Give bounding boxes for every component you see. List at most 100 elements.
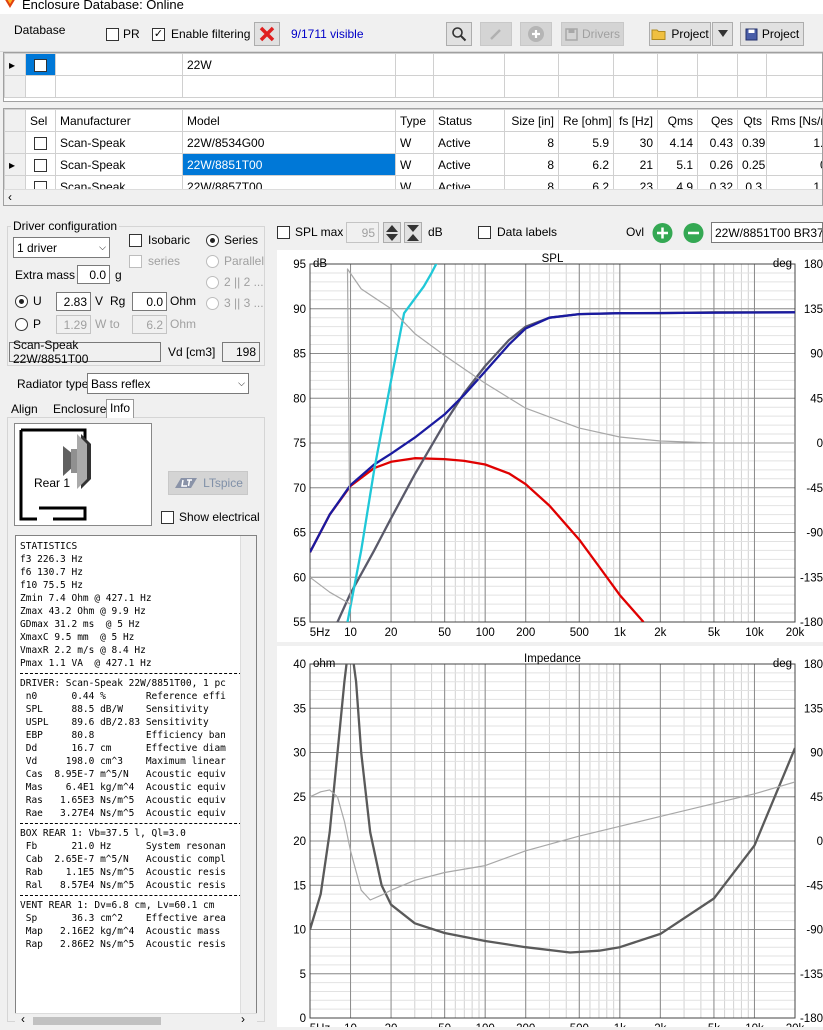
column-header-qms[interactable]: Qms [658, 110, 698, 132]
voltage-radio[interactable] [15, 295, 28, 308]
column-header-sel[interactable]: Sel [26, 110, 56, 132]
driver-count-select[interactable]: 1 driver ⌵ [13, 237, 110, 258]
stats-hscrollbar[interactable]: ‹ › [15, 1013, 257, 1027]
spl-max-checkbox[interactable] [277, 226, 290, 239]
data-labels-checkbox[interactable] [478, 226, 491, 239]
table-hscrollbar[interactable]: ‹ [4, 189, 823, 206]
filter-qes-cell[interactable] [698, 54, 738, 76]
row-select-checkbox[interactable] [26, 154, 56, 176]
spl-auto-button[interactable] [404, 222, 422, 243]
filter-qms-cell[interactable] [658, 54, 698, 76]
cell-qts[interactable]: 0.39 [738, 132, 767, 154]
current-row-pointer-icon[interactable]: ▸ [5, 154, 26, 176]
cell-manufacturer[interactable]: Scan-Speak [56, 154, 183, 176]
tab-enclosure[interactable]: Enclosure [50, 401, 109, 417]
drivers-button[interactable]: Drivers [561, 22, 624, 46]
scroll-left-icon[interactable]: ‹ [8, 190, 12, 204]
column-header-qes[interactable]: Qes [698, 110, 738, 132]
spl-max-stepper[interactable] [383, 222, 401, 243]
cell-qms[interactable]: 4.14 [658, 132, 698, 154]
isobaric-checkbox[interactable] [129, 234, 142, 247]
series-checkbox[interactable] [129, 255, 142, 268]
table-row[interactable]: ▸Scan-Speak22W/8851T00WActive86.2215.10.… [5, 154, 823, 176]
filter-model-cell[interactable]: 22W [183, 54, 396, 76]
add-driver-button[interactable] [520, 22, 552, 46]
filter-rms-cell[interactable] [767, 54, 823, 76]
cell-model[interactable]: 22W/8534G00 [183, 132, 396, 154]
remove-overlay-button[interactable] [682, 222, 705, 244]
search-button[interactable] [446, 22, 472, 46]
scroll-thumb[interactable] [33, 1017, 161, 1025]
cell-model[interactable]: 22W/8851T00 [183, 154, 396, 176]
cell-fs[interactable]: 21 [614, 154, 658, 176]
cell-type[interactable]: W [396, 132, 434, 154]
show-electrical-checkbox[interactable] [161, 511, 174, 524]
overlay-name-field[interactable]: 22W/8851T00 BR37.5 [711, 222, 823, 243]
row-header[interactable] [5, 132, 26, 154]
pr-checkbox[interactable] [106, 28, 119, 41]
tab-align[interactable]: Align [8, 401, 41, 417]
column-header-rms-ns-m[interactable]: Rms [Ns/m [767, 110, 823, 132]
save-project-button[interactable]: Project [740, 22, 804, 46]
spl-chart[interactable]: 5Hz1020501002005001k2k5k10k20k5560657075… [277, 250, 823, 642]
table-row[interactable]: Scan-Speak22W/8534G00WActive85.9304.140.… [5, 132, 823, 154]
edit-driver-button[interactable] [480, 22, 512, 46]
filter-status-cell[interactable] [434, 54, 505, 76]
add-overlay-button[interactable] [651, 222, 674, 244]
column-header-status[interactable]: Status [434, 110, 505, 132]
spl-max-input[interactable]: 95 [346, 222, 379, 243]
row-select-checkbox[interactable] [26, 132, 56, 154]
power-radio[interactable] [15, 318, 28, 331]
impedance-chart[interactable]: 5Hz1020501002005001k2k5k10k20k0510152025… [277, 646, 823, 1027]
stats-vscrollbar[interactable] [240, 536, 256, 1014]
cell-status[interactable]: Active [434, 154, 505, 176]
filter-qts-cell[interactable] [738, 54, 767, 76]
clear-filter-button[interactable] [254, 22, 280, 46]
scroll-right-icon[interactable]: › [241, 1012, 245, 1026]
scroll-left-icon[interactable]: ‹ [21, 1012, 25, 1026]
cell-re[interactable]: 6.2 [559, 154, 614, 176]
filter-manufacturer-cell[interactable] [56, 54, 183, 76]
rg-input[interactable]: 0.0 [132, 292, 167, 311]
column-header-type[interactable]: Type [396, 110, 434, 132]
column-header-model[interactable]: Model [183, 110, 396, 132]
w-to-input[interactable]: 6.2 [132, 315, 167, 334]
p3-radio[interactable] [206, 297, 219, 310]
enable-filtering-checkbox[interactable]: ✓ [152, 28, 165, 41]
parallel-radio[interactable] [206, 255, 219, 268]
cell-rms[interactable]: 0. [767, 154, 823, 176]
column-header-fs-hz[interactable]: fs [Hz] [614, 110, 658, 132]
filter-type-cell[interactable] [396, 54, 434, 76]
filter-re-cell[interactable] [559, 54, 614, 76]
cell-qes[interactable]: 0.43 [698, 132, 738, 154]
voltage-input[interactable]: 2.83 [56, 292, 91, 311]
column-header-size-in[interactable]: Size [in] [505, 110, 559, 132]
cell-size[interactable]: 8 [505, 154, 559, 176]
project-dropdown-button[interactable] [712, 22, 733, 46]
filter-fs-cell[interactable] [614, 54, 658, 76]
tab-info[interactable]: Info [106, 399, 134, 418]
ltspice-button[interactable]: LTspice [168, 471, 248, 495]
cell-qts[interactable]: 0.25 [738, 154, 767, 176]
cell-status[interactable]: Active [434, 132, 505, 154]
column-header-manufacturer[interactable]: Manufacturer [56, 110, 183, 132]
cell-qms[interactable]: 5.1 [658, 154, 698, 176]
radiator-type-select[interactable]: Bass reflex ⌵ [87, 373, 249, 394]
p2-radio[interactable] [206, 276, 219, 289]
power-input[interactable]: 1.29 [56, 315, 91, 334]
extra-mass-input[interactable]: 0.0 [77, 265, 110, 284]
cell-qes[interactable]: 0.26 [698, 154, 738, 176]
cell-manufacturer[interactable]: Scan-Speak [56, 132, 183, 154]
cell-size[interactable]: 8 [505, 132, 559, 154]
cell-re[interactable]: 5.9 [559, 132, 614, 154]
y-tick-label: 80 [293, 393, 306, 405]
column-header-re-ohm[interactable]: Re [ohm] [559, 110, 614, 132]
cell-type[interactable]: W [396, 154, 434, 176]
filter-sel-checkbox[interactable] [26, 54, 56, 76]
cell-fs[interactable]: 30 [614, 132, 658, 154]
cell-rms[interactable]: 1.0 [767, 132, 823, 154]
column-header-qts[interactable]: Qts [738, 110, 767, 132]
filter-size-cell[interactable] [505, 54, 559, 76]
open-project-button[interactable]: Project [649, 22, 711, 46]
series-radio[interactable] [206, 234, 219, 247]
